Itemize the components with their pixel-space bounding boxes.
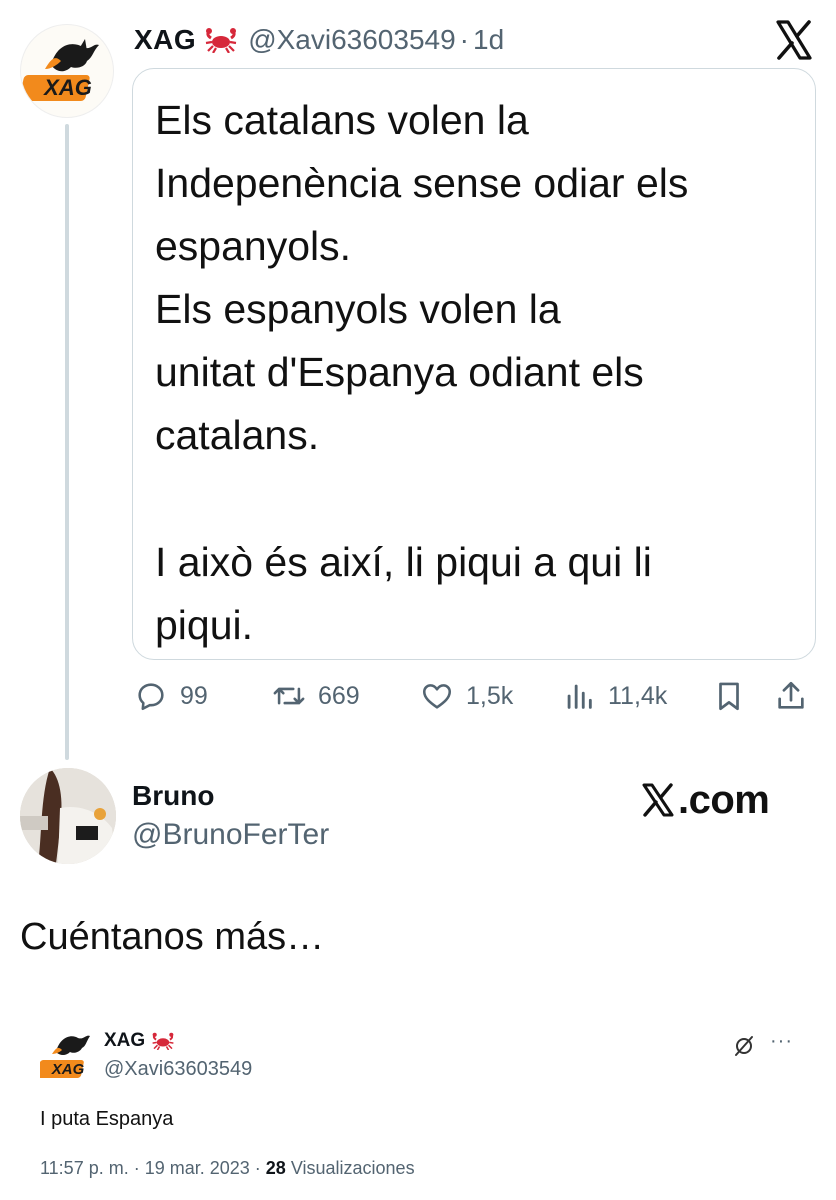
- embedded-author-name[interactable]: XAG: [104, 1030, 175, 1052]
- views-count: 11,4k: [608, 681, 668, 710]
- embedded-author-name-text: XAG: [104, 1030, 146, 1051]
- x-logo-icon[interactable]: [772, 18, 816, 62]
- svg-text:XAG: XAG: [42, 75, 92, 100]
- media-text-line: unitat d'Espanya odiant els: [155, 349, 644, 395]
- repost-icon: [273, 687, 305, 705]
- bookmark-icon: [719, 682, 739, 711]
- x-com-watermark: .com: [640, 776, 770, 824]
- media-text-line: Els catalans volen la: [155, 97, 529, 143]
- embedded-views-count: 28: [265, 1158, 286, 1178]
- separator-dot: ·: [459, 24, 469, 55]
- xag-avatar[interactable]: XAG: [20, 24, 114, 118]
- like-icon: [422, 684, 452, 709]
- reply-button[interactable]: 99: [134, 672, 208, 720]
- media-text-line: espanyols.: [155, 223, 352, 269]
- media-text-line: Indepenència sense odiar els: [155, 160, 689, 206]
- avatar-photo-icon: [20, 768, 116, 864]
- media-text-line: piqui.: [155, 602, 254, 648]
- share-button[interactable]: [774, 672, 808, 720]
- views-icon: [567, 684, 592, 709]
- reply-text: Cuéntanos más…: [20, 916, 325, 958]
- media-text-line: I això és així, li piqui a qui li: [155, 539, 652, 585]
- author-handle[interactable]: @Xavi63603549: [248, 24, 455, 56]
- crab-icon: [152, 1032, 174, 1050]
- reply-icon: [138, 683, 164, 711]
- thread-line: [65, 124, 69, 760]
- svg-text:XAG: XAG: [51, 1061, 85, 1078]
- bookmark-button[interactable]: [712, 672, 746, 720]
- bruno-name[interactable]: Bruno: [132, 780, 214, 812]
- watermark-text: .com: [678, 777, 770, 822]
- like-button[interactable]: 1,5k: [420, 672, 513, 720]
- media-text-line: Els espanyols volen la: [155, 286, 561, 332]
- bruno-handle[interactable]: @BrunoFerTer: [132, 818, 329, 852]
- media-text-blank: [155, 467, 795, 531]
- bruno-avatar[interactable]: [20, 768, 116, 864]
- tweet-header: XAG @Xavi63603549 · 1d: [134, 18, 504, 62]
- xag-logo-icon: XAG: [21, 39, 99, 101]
- tweet-actions: 99 669 1,5k 11,4k: [134, 672, 818, 720]
- repost-count: 669: [318, 681, 360, 710]
- reply-count: 99: [180, 681, 208, 710]
- views-button[interactable]: 11,4k: [562, 672, 667, 720]
- author-name[interactable]: XAG: [134, 24, 196, 56]
- embedded-tweet-text: I puta Espanya: [40, 1108, 174, 1130]
- media-text-line: catalans.: [155, 412, 320, 458]
- xag-small-logo[interactable]: XAG: [40, 1024, 96, 1088]
- embedded-timestamp[interactable]: 11:57 p. m. · 19 mar. 2023 ·: [40, 1158, 266, 1178]
- embedded-views-label: Visualizaciones: [285, 1158, 415, 1178]
- more-options-button[interactable]: ···: [770, 1030, 793, 1053]
- repost-button[interactable]: 669: [272, 672, 360, 720]
- tweet-time[interactable]: 1d: [473, 24, 504, 56]
- tweet-media-image[interactable]: Els catalans volen la Indepenència sense…: [132, 68, 816, 660]
- embedded-author-handle[interactable]: @Xavi63603549: [104, 1058, 252, 1081]
- share-icon: [778, 681, 804, 709]
- embedded-tweet-meta: 11:57 p. m. · 19 mar. 2023 · 28 Visualiz…: [40, 1158, 415, 1179]
- like-count: 1,5k: [466, 681, 514, 710]
- crab-icon: [206, 28, 237, 53]
- broken-link-icon[interactable]: [732, 1034, 756, 1058]
- x-logo-icon: [642, 783, 674, 817]
